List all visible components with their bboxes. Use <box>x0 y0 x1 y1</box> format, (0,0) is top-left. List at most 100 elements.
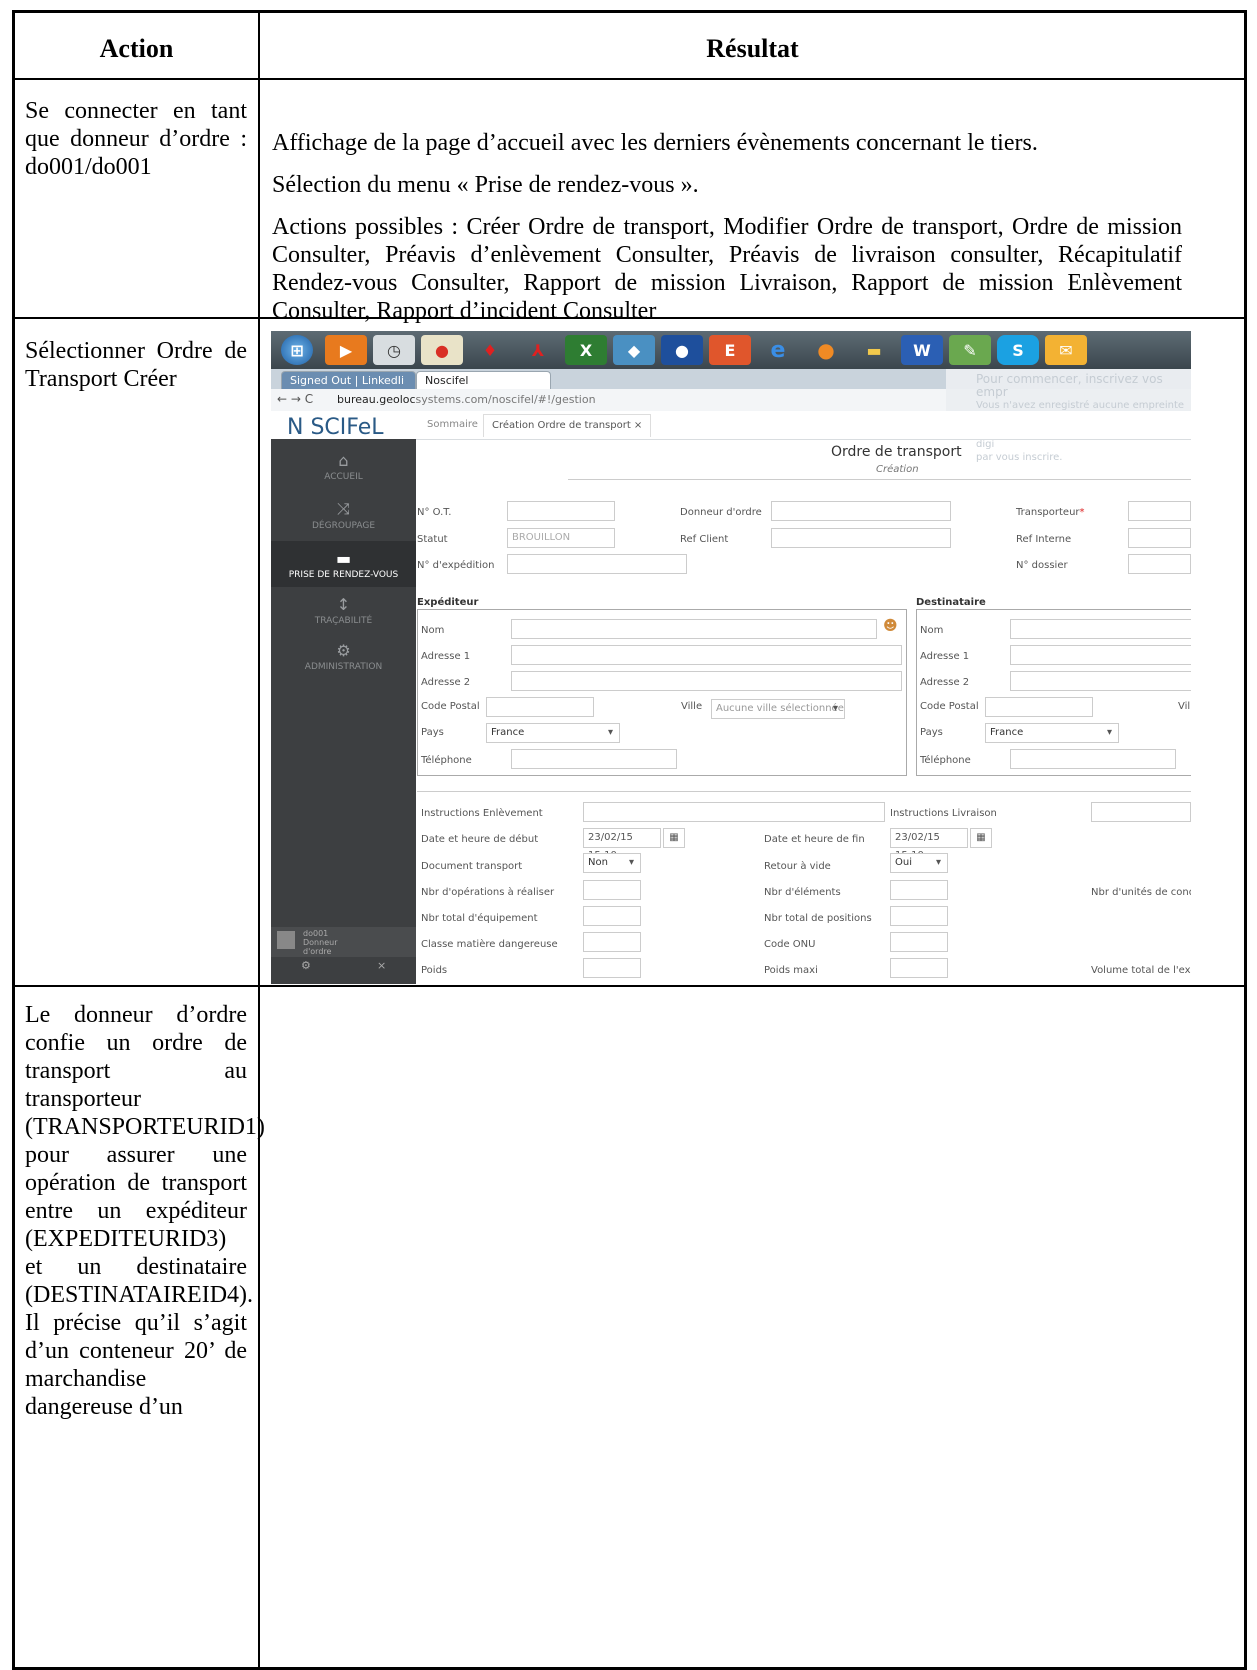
sidebar-item-accueil[interactable]: ⌂ ACCUEIL <box>271 451 416 482</box>
row1-action: Se connecter en tant que donneur d’ordre… <box>25 98 247 180</box>
calendar-icon[interactable]: ▦ <box>970 828 992 848</box>
nbr-pos-input[interactable] <box>890 906 948 926</box>
close-icon[interactable]: × <box>377 959 386 972</box>
field-label: Téléphone <box>421 755 472 766</box>
app-header <box>271 411 1191 440</box>
field-label: Ref Client <box>680 534 729 545</box>
calendar-icon[interactable]: ▦ <box>663 828 685 848</box>
dest-tel-input[interactable] <box>1010 749 1176 769</box>
browser-tab[interactable]: Noscifel <box>416 371 551 389</box>
column-divider <box>258 13 260 1667</box>
tab-creation[interactable]: Création Ordre de transport × <box>483 414 652 437</box>
user-panel: do001 Donneur d'ordre <box>271 927 416 957</box>
instr-liv-input[interactable] <box>1091 802 1191 822</box>
field-label: Poids maxi <box>764 965 818 976</box>
section-destinataire: Destinataire <box>916 597 986 608</box>
result-paragraph: Actions possibles : Créer Ordre de trans… <box>272 214 1182 324</box>
field-label: Ref Interne <box>1016 534 1072 545</box>
app-icon[interactable]: ✎ <box>949 335 991 365</box>
classe-input[interactable] <box>583 932 641 952</box>
user-role: Donneur <box>303 938 338 947</box>
retour-select[interactable]: Oui <box>890 853 948 873</box>
app-icon[interactable]: ◆ <box>613 335 655 365</box>
sidebar-label: PRISE DE RENDEZ-VOUS <box>288 570 399 580</box>
skype-icon[interactable]: S <box>997 335 1039 365</box>
clock-icon[interactable]: ◷ <box>373 335 415 365</box>
exp-adr1-input[interactable] <box>511 645 902 665</box>
exp-nom-input[interactable] <box>511 619 877 639</box>
nbr-eq-input[interactable] <box>583 906 641 926</box>
refclient-input[interactable] <box>771 528 951 548</box>
header-action: Action <box>99 34 174 63</box>
dest-cp-input[interactable] <box>985 697 1093 717</box>
donneur-input[interactable] <box>771 501 951 521</box>
url-field[interactable]: bureau.geolocsystems.com/noscifel/#!/ges… <box>337 392 937 408</box>
poids-max-input[interactable] <box>890 958 948 978</box>
media-icon[interactable]: ▶ <box>325 335 367 365</box>
gears-icon: ⚙ <box>336 641 351 660</box>
field-label: Date et heure de fin <box>764 834 865 845</box>
dest-pays-select[interactable]: France <box>985 723 1119 743</box>
doc-select[interactable]: Non <box>583 853 641 873</box>
browser-tab[interactable]: Signed Out | LinkedIi <box>281 371 416 389</box>
refinterne-input[interactable] <box>1128 528 1191 548</box>
chrome-icon[interactable]: ● <box>421 335 463 365</box>
start-icon[interactable]: ⊞ <box>281 335 313 365</box>
nbr-op-input[interactable] <box>583 880 641 900</box>
dest-nom-input[interactable] <box>1010 619 1191 639</box>
app-logo: N SCIFeL <box>287 415 384 440</box>
ie-icon[interactable]: e <box>757 335 799 365</box>
not-input[interactable] <box>507 501 615 521</box>
dossier-input[interactable] <box>1128 554 1191 574</box>
result-paragraph: Affichage de la page d’accueil avec les … <box>272 130 1038 156</box>
exp-ville-select[interactable]: Aucune ville sélectionnée <box>711 699 845 719</box>
pdf-icon[interactable]: ⅄ <box>517 335 559 365</box>
date-fin-input[interactable]: 23/02/15 15:10 <box>890 828 968 861</box>
field-label: Nbr d'éléments <box>764 887 841 898</box>
sidebar-item-degroupage[interactable]: ⤨ DÉGROUPAGE <box>271 499 416 531</box>
field-label: Nom <box>421 625 445 636</box>
expedition-input[interactable] <box>507 554 687 574</box>
exp-cp-input[interactable] <box>486 697 594 717</box>
onu-input[interactable] <box>890 932 948 952</box>
sidebar-label: DÉGROUPAGE <box>311 521 376 531</box>
instr-enl-input[interactable] <box>583 802 885 822</box>
dest-adr2-input[interactable] <box>1010 671 1191 691</box>
exp-tel-input[interactable] <box>511 749 677 769</box>
app-icon[interactable]: E <box>709 335 751 365</box>
nbr-el-input[interactable] <box>890 880 948 900</box>
date-debut-input[interactable]: 23/02/15 15:10 <box>583 828 661 861</box>
row3-action: Le donneur d’ordre confie un ordre de tr… <box>25 1002 265 1420</box>
pin-icon[interactable]: ♦ <box>469 335 511 365</box>
field-label: Nbr d'unités de condi <box>1091 887 1191 898</box>
excel-icon[interactable]: X <box>565 335 607 365</box>
app-icon[interactable]: ● <box>661 335 703 365</box>
sidebar-label: ACCUEIL <box>324 472 363 482</box>
field-label: Pays <box>421 727 444 738</box>
sidebar-item-tracabilite[interactable]: ↕ TRAÇABILITÉ <box>271 595 416 626</box>
sidebar-item-administration[interactable]: ⚙ ADMINISTRATION <box>271 641 416 672</box>
settings-icon[interactable]: ⚙ <box>301 959 311 972</box>
poids-input[interactable] <box>583 958 641 978</box>
tab-sommaire[interactable]: Sommaire <box>419 414 486 436</box>
statut-input[interactable]: BROUILLON <box>507 528 615 548</box>
firefox-icon[interactable]: ● <box>805 335 847 365</box>
transporteur-input[interactable] <box>1128 501 1191 521</box>
word-icon[interactable]: W <box>901 335 943 365</box>
field-label: N° dossier <box>1016 560 1068 571</box>
back-forward-reload-icons[interactable]: ← → C <box>277 392 313 406</box>
divider <box>568 479 1191 480</box>
field-label: Téléphone <box>920 755 971 766</box>
tab-label: Noscifel <box>425 374 469 387</box>
form-title: Ordre de transport <box>831 444 962 460</box>
transporteur-label: Transporteur <box>1016 507 1080 518</box>
exp-adr2-input[interactable] <box>511 671 902 691</box>
field-label: Adresse 2 <box>920 677 970 688</box>
sidebar-item-rendez-vous[interactable]: ▬ PRISE DE RENDEZ-VOUS <box>271 541 416 587</box>
dest-adr1-input[interactable] <box>1010 645 1191 665</box>
field-label: N° O.T. <box>417 507 452 518</box>
folder-icon[interactable]: ▬ <box>853 335 895 365</box>
contact-icon[interactable]: ☻ <box>883 618 898 634</box>
outlook-icon[interactable]: ✉ <box>1045 335 1087 365</box>
exp-pays-select[interactable]: France <box>486 723 620 743</box>
